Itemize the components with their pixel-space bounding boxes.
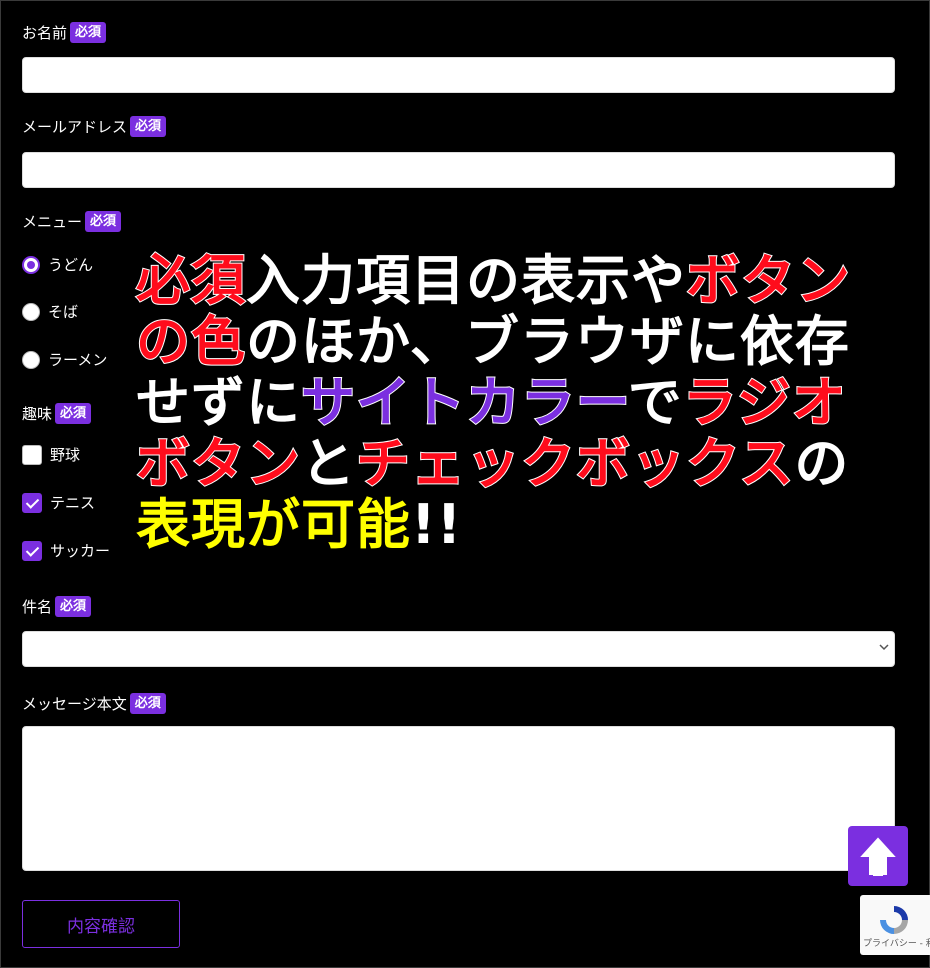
confirm-button[interactable]: 内容確認 <box>22 900 180 948</box>
promo-segment: ボタン <box>135 432 301 495</box>
chevron-down-icon <box>879 641 889 655</box>
name-label: お名前 必須 <box>22 22 107 43</box>
promo-segment: 必須 <box>135 249 246 312</box>
hobby-check-baseball[interactable]: 野球 <box>22 444 80 465</box>
promo-line: の色のほか、ブラウザに依存 <box>135 310 921 373</box>
promo-line: 表現が可能!! <box>136 494 921 555</box>
required-badge: 必須 <box>129 693 166 714</box>
scroll-top-button[interactable] <box>848 826 908 886</box>
promo-segment: チェックボックス <box>355 432 795 495</box>
promo-segment: 表現が可能 <box>136 493 411 556</box>
promo-segment: せずに <box>136 371 301 434</box>
required-badge: 必須 <box>55 596 92 617</box>
promo-line: 必須入力項目の表示やボタン <box>135 249 921 312</box>
radio-button[interactable] <box>22 302 40 321</box>
required-badge: 必須 <box>70 22 107 43</box>
subject-select[interactable] <box>22 631 895 667</box>
message-label: メッセージ本文 必須 <box>22 693 166 714</box>
menu-radio-ramen[interactable]: ラーメン <box>22 349 107 370</box>
promo-segment: の色 <box>135 310 246 373</box>
promo-overlay-text: 必須入力項目の表示やボタン の色のほか、ブラウザに依存 せずにサイトカラーでラジオボ… <box>135 249 921 555</box>
promo-segment: ボタン <box>685 249 851 312</box>
promo-segment: ラジオ <box>682 371 847 434</box>
menu-label: メニュー 必須 <box>22 211 122 232</box>
name-input[interactable] <box>22 57 895 93</box>
menu-radio-udon[interactable]: うどん <box>22 254 93 275</box>
checkbox-checked[interactable] <box>22 540 42 561</box>
promo-segment: サイトカラー <box>300 371 628 434</box>
hobby-check-tennis[interactable]: テニス <box>22 492 95 513</box>
hobby-check-soccer[interactable]: サッカー <box>22 540 110 561</box>
arrow-up-icon <box>855 834 901 877</box>
radio-button-checked[interactable] <box>22 255 40 274</box>
promo-line: せずにサイトカラーでラジオ <box>136 371 921 434</box>
subject-label: 件名 必須 <box>22 596 92 617</box>
recaptcha-logo-icon <box>880 906 908 934</box>
promo-segment: 入力項目の表示や <box>246 249 686 312</box>
required-badge: 必須 <box>55 403 92 424</box>
recaptcha-text: プライバシー - 利用規約 <box>863 939 930 949</box>
promo-segment: の <box>794 432 850 495</box>
required-badge: 必須 <box>85 211 122 232</box>
promo-line: ボタンとチェックボックスの <box>135 432 921 495</box>
checkbox-checked[interactable] <box>22 492 42 513</box>
recaptcha-badge[interactable]: プライバシー - 利用規約 <box>860 895 930 955</box>
promo-segment: !! <box>411 493 463 556</box>
promo-segment: で <box>627 371 683 434</box>
promo-segment: と <box>301 432 356 495</box>
message-textarea[interactable] <box>22 726 895 871</box>
email-input[interactable] <box>22 152 895 188</box>
email-label: メールアドレス 必須 <box>22 116 167 137</box>
menu-radio-soba[interactable]: そば <box>22 301 78 322</box>
checkbox[interactable] <box>22 444 42 465</box>
radio-button[interactable] <box>22 350 40 369</box>
promo-segment: のほか、ブラウザに依存 <box>246 310 850 373</box>
required-badge: 必須 <box>130 116 167 137</box>
hobby-label: 趣味 必須 <box>22 403 92 424</box>
